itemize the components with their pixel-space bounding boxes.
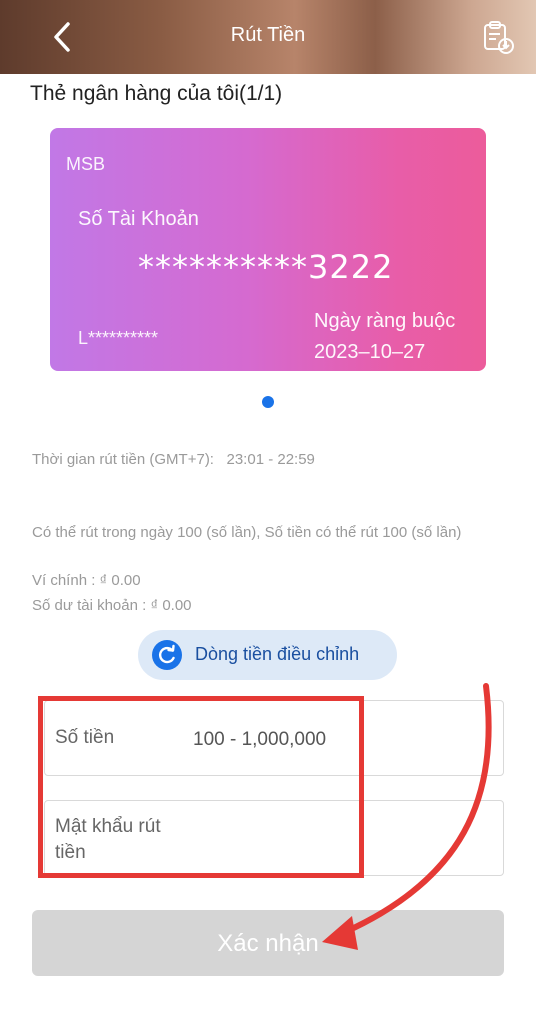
withdraw-time-label: Thời gian rút tiền (GMT+7): bbox=[32, 451, 214, 468]
withdraw-password-label: Mật khẩu rút tiền bbox=[55, 816, 161, 863]
carousel-indicator-dot[interactable] bbox=[262, 396, 274, 408]
header-bar: Rút Tiền bbox=[0, 0, 536, 74]
main-wallet-balance: Ví chính : ₫ 0.00 bbox=[32, 572, 141, 589]
withdraw-limit-info: Có thể rút trong ngày 100 (số lần), Số t… bbox=[32, 524, 462, 541]
withdraw-time-info: Thời gian rút tiền (GMT+7): 23:01 - 22:5… bbox=[32, 448, 315, 472]
adjust-cashflow-label: Dòng tiền điều chỉnh bbox=[195, 644, 360, 664]
bank-name: MSB bbox=[66, 154, 106, 174]
withdraw-password-field: Mật khẩu rút tiền bbox=[44, 800, 504, 879]
amount-label: Số tiền bbox=[55, 727, 115, 748]
withdraw-time-value: 23:01 - 22:59 bbox=[226, 451, 315, 468]
account-balance: Số dư tài khoản : ₫ 0.00 bbox=[32, 597, 192, 614]
bind-date: 2023–10–27 bbox=[314, 341, 426, 363]
my-bank-cards-title: Thẻ ngân hàng của tôi(1/1) bbox=[30, 82, 283, 105]
account-number: **********3222 bbox=[138, 248, 394, 286]
clipboard-download-icon bbox=[484, 21, 514, 54]
page-title: Rút Tiền bbox=[230, 24, 306, 46]
refresh-icon bbox=[152, 640, 182, 670]
withdraw-password-input[interactable] bbox=[191, 801, 495, 879]
withdraw-record-button[interactable] bbox=[478, 20, 518, 56]
card-holder: L********** bbox=[78, 328, 159, 348]
bank-card[interactable]: MSB Số Tài Khoản **********3222 L*******… bbox=[50, 128, 486, 371]
confirm-button-label: Xác nhận bbox=[217, 930, 319, 957]
confirm-button[interactable]: Xác nhận bbox=[32, 910, 504, 976]
amount-input[interactable] bbox=[191, 701, 495, 779]
account-number-label: Số Tài Khoản bbox=[78, 208, 199, 230]
amount-field: Số tiền bbox=[44, 700, 504, 779]
bind-date-label: Ngày ràng buộc bbox=[314, 310, 456, 332]
adjust-cashflow-button[interactable]: Dòng tiền điều chỉnh bbox=[138, 630, 397, 680]
